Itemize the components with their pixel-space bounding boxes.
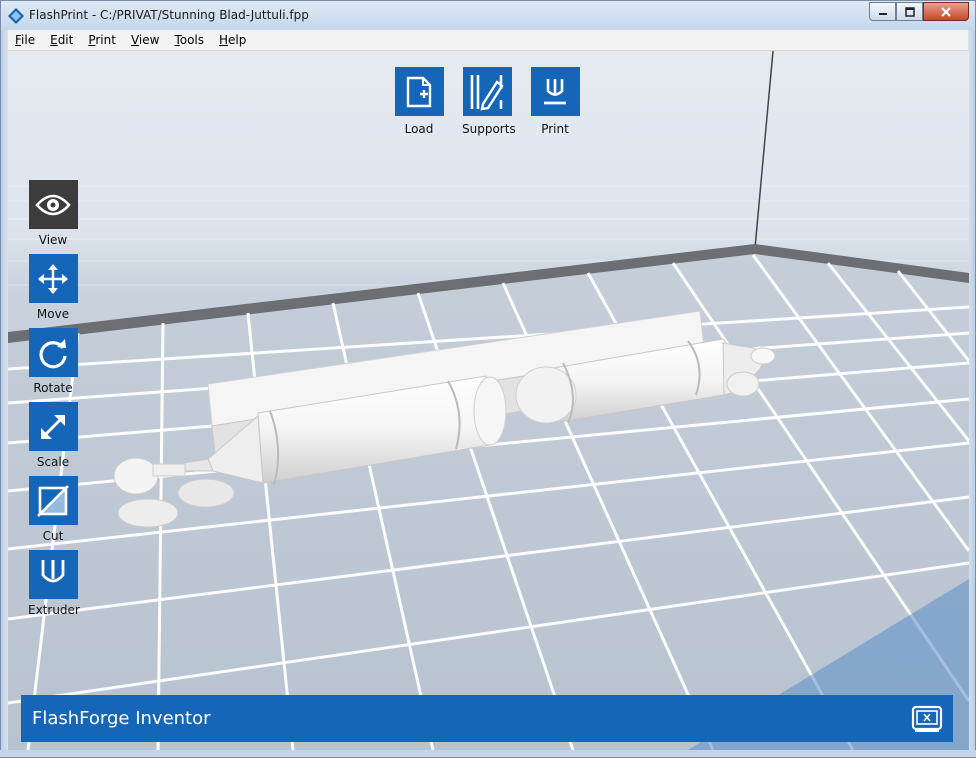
build-plate-scene [8,51,969,750]
window-controls [869,2,969,21]
menu-edit[interactable]: Edit [50,33,73,47]
cut-label: Cut [42,529,64,543]
move-tool[interactable]: Move [28,254,78,321]
cut-tool[interactable]: Cut [28,476,78,543]
load-file-icon [406,76,432,107]
close-icon [941,6,951,17]
view-tool[interactable]: View [28,180,78,247]
minimize-button[interactable] [869,2,896,21]
view-button[interactable] [28,180,78,229]
maximize-icon [904,6,915,17]
supports-button[interactable] [462,67,512,116]
eye-icon [35,194,71,215]
extruder-button[interactable] [28,550,78,599]
supports-tool[interactable]: Supports [462,67,516,136]
menu-tools[interactable]: Tools [174,33,204,47]
print-icon [544,78,566,104]
3d-viewport[interactable] [8,51,969,750]
scale-label: Scale [36,455,70,469]
print-tool[interactable]: Print [530,67,580,136]
scale-tool[interactable]: Scale [28,402,78,469]
cut-icon [37,484,69,517]
menu-print[interactable]: Print [88,33,116,47]
supports-label: Supports [462,122,516,136]
menu-bar: File Edit Print View Tools Help [8,30,969,51]
load-label: Load [404,122,434,136]
window-title: FlashPrint - C:/PRIVAT/Stunning Blad-Jut… [29,8,309,22]
extruder-icon [41,559,65,582]
rotate-label: Rotate [33,381,73,395]
maximize-button[interactable] [896,2,923,21]
rotate-tool[interactable]: Rotate [28,328,78,395]
load-tool[interactable]: Load [394,67,444,136]
rotate-icon [39,338,67,368]
window-frame-left [0,30,8,758]
menu-view[interactable]: View [131,33,159,47]
extruder-tool[interactable]: Extruder [28,550,80,617]
minimize-icon [878,12,887,15]
printer-status-icon[interactable] [911,705,943,733]
menu-file[interactable]: File [15,33,35,47]
move-label: Move [36,307,70,321]
printer-name: FlashForge Inventor [32,708,211,729]
load-button[interactable] [394,67,444,116]
window-frame-bottom [0,750,976,758]
cut-button[interactable] [28,476,78,525]
flashprint-logo-icon [8,8,24,24]
move-button[interactable] [28,254,78,303]
window-frame-right [968,30,976,758]
rotate-button[interactable] [28,328,78,377]
printer-status-bar[interactable]: FlashForge Inventor [21,695,953,742]
extruder-label: Extruder [28,603,80,617]
scale-icon [41,414,65,439]
close-button[interactable] [923,2,969,21]
print-button[interactable] [530,67,580,116]
print-label: Print [541,122,569,136]
view-label: View [38,233,68,247]
move-arrows-icon [38,263,68,294]
scale-button[interactable] [28,402,78,451]
window-titlebar: FlashPrint - C:/PRIVAT/Stunning Blad-Jut… [0,0,976,30]
supports-icon [470,74,504,110]
menu-help[interactable]: Help [219,33,246,47]
